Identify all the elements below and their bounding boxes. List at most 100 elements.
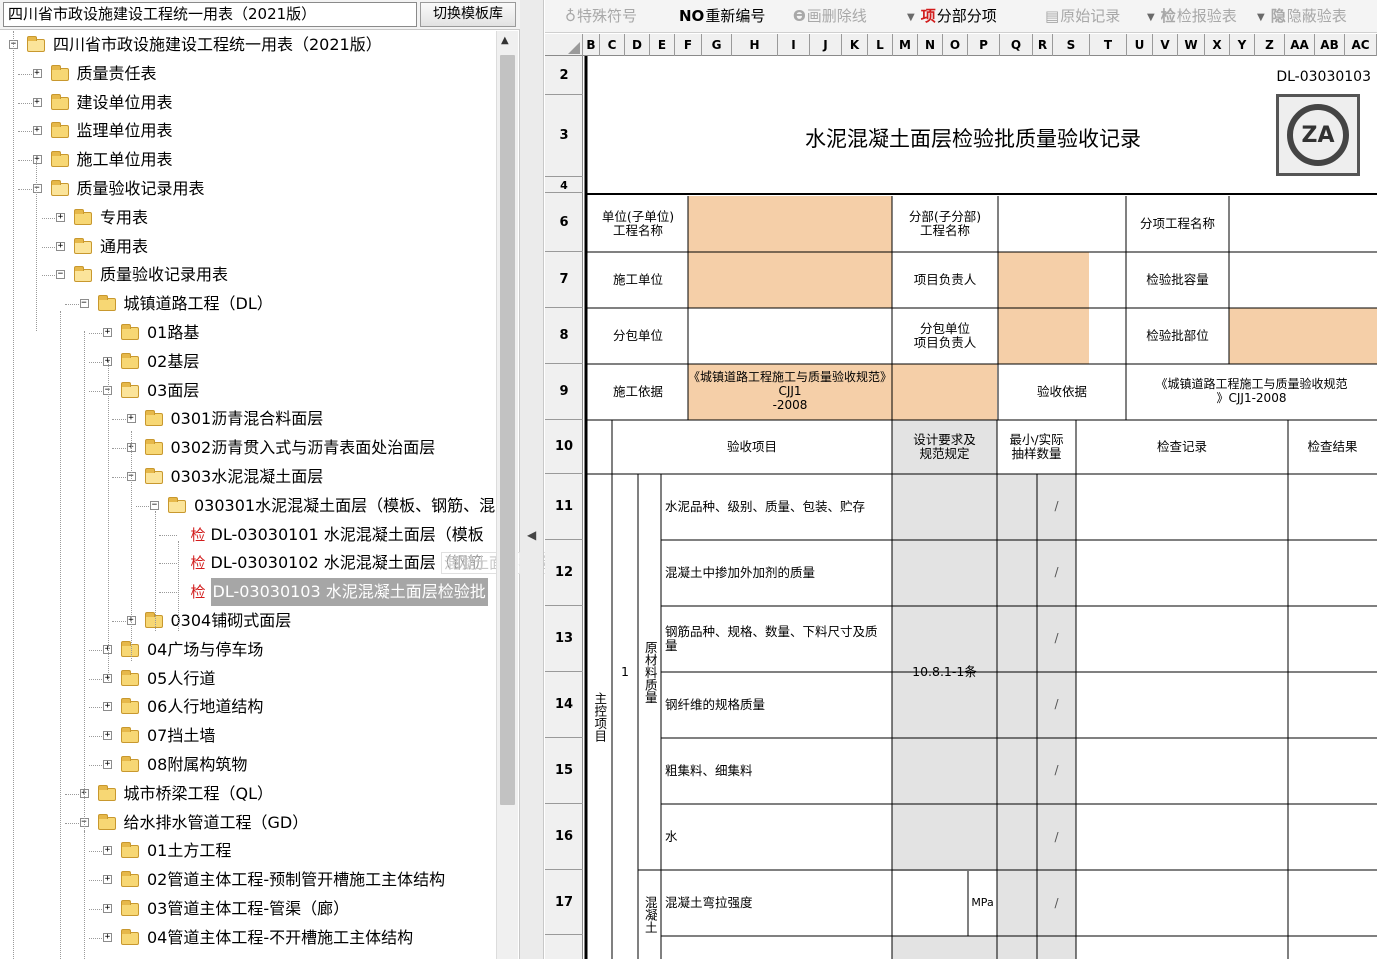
tree-node[interactable]: +0304铺砌式面层 <box>0 607 496 635</box>
scrollbar-thumb[interactable] <box>500 55 515 805</box>
subitem-button[interactable]: ▼ 项分部分项 <box>907 4 997 29</box>
expand-icon[interactable]: + <box>103 875 112 884</box>
expand-icon[interactable]: + <box>103 702 112 711</box>
inspection-table-button[interactable]: ▼ 检检报验表 <box>1147 4 1237 29</box>
panel-splitter[interactable]: ◀ <box>520 0 544 959</box>
column-header[interactable]: AA <box>1285 34 1315 56</box>
tree-node[interactable]: +02基层 <box>0 348 496 376</box>
column-header[interactable]: R <box>1033 34 1053 56</box>
tree-node[interactable]: + 建设单位用表 <box>0 89 496 117</box>
expand-icon[interactable]: + <box>103 731 112 740</box>
row-header[interactable]: 10 <box>545 420 583 474</box>
expand-icon[interactable]: + <box>103 846 112 855</box>
row-header[interactable]: 13 <box>545 606 583 672</box>
expand-icon[interactable]: + <box>32 126 42 135</box>
column-header[interactable]: K <box>842 34 868 56</box>
row-header[interactable]: 9 <box>545 364 583 420</box>
tree-vertical-scrollbar[interactable]: ▲ <box>496 31 518 959</box>
row-header[interactable]: 12 <box>545 540 583 606</box>
row-header[interactable]: 4 <box>545 177 583 193</box>
original-record-button[interactable]: ▤原始记录 <box>1045 4 1120 29</box>
collapse-icon[interactable]: − <box>150 501 159 510</box>
tree-node[interactable]: − 城镇道路工程（DL） <box>0 290 496 318</box>
expand-icon[interactable]: + <box>56 213 65 222</box>
column-header[interactable]: V <box>1153 34 1178 56</box>
tree-node[interactable]: + 施工单位用表 <box>0 146 496 174</box>
column-header[interactable]: X <box>1205 34 1230 56</box>
expand-icon[interactable]: + <box>103 933 112 942</box>
expand-icon[interactable]: + <box>32 98 42 107</box>
tree-node[interactable]: +01土方工程 <box>0 837 496 865</box>
row-header[interactable]: 7 <box>545 252 583 308</box>
tree-node[interactable]: + 通用表 <box>0 233 496 261</box>
tree-node[interactable]: −03面层 <box>0 377 496 405</box>
expand-icon[interactable]: + <box>56 242 65 251</box>
expand-icon[interactable]: + <box>103 760 112 769</box>
row-header[interactable]: 3 <box>545 95 583 177</box>
column-header[interactable]: P <box>968 34 1000 56</box>
column-header[interactable]: S <box>1053 34 1090 56</box>
row-header[interactable]: 15 <box>545 738 583 804</box>
tree-node[interactable]: + 专用表 <box>0 204 496 232</box>
template-library-select[interactable]: 四川省市政设施建设工程统一用表（2021版） <box>3 2 417 27</box>
column-header[interactable]: Q <box>1000 34 1033 56</box>
column-header[interactable]: C <box>600 34 625 56</box>
collapse-left-icon[interactable]: ◀ <box>527 528 536 542</box>
row-header[interactable]: 14 <box>545 672 583 738</box>
expand-icon[interactable]: + <box>126 414 136 423</box>
column-header[interactable]: U <box>1127 34 1153 56</box>
tree-node[interactable]: − 四川省市政设施建设工程统一用表（2021版） <box>0 31 496 59</box>
column-header[interactable]: G <box>702 34 732 56</box>
scroll-up-icon[interactable]: ▲ <box>501 35 509 46</box>
expand-icon[interactable]: + <box>103 328 112 337</box>
column-header[interactable]: N <box>918 34 943 56</box>
expand-icon[interactable]: + <box>103 904 112 913</box>
column-header[interactable]: H <box>732 34 778 56</box>
tree-node[interactable]: +08附属构筑物 <box>0 751 496 779</box>
renumber-button[interactable]: NO重新编号 <box>679 4 765 29</box>
tree-node[interactable]: +05人行道 <box>0 665 496 693</box>
column-header[interactable]: AC <box>1345 34 1377 56</box>
tree-node[interactable]: +01路基 <box>0 319 496 347</box>
strikethrough-button[interactable]: Ɵ画删除线 <box>793 4 867 29</box>
collapse-icon[interactable]: − <box>79 299 89 308</box>
special-symbol-button[interactable]: ♁特殊符号 <box>565 4 637 29</box>
tree-node[interactable]: − 质量验收记录用表 <box>0 261 496 289</box>
tree-node[interactable]: +04广场与停车场 <box>0 636 496 664</box>
switch-template-library-button[interactable]: 切换模板库 <box>420 2 516 27</box>
tree-node[interactable]: + 城市桥梁工程（QL） <box>0 780 496 808</box>
tree-node[interactable]: + 质量责任表 <box>0 60 496 88</box>
row-header[interactable]: 2 <box>545 56 583 95</box>
column-header[interactable]: L <box>868 34 893 56</box>
column-header[interactable]: Z <box>1255 34 1285 56</box>
tree-node[interactable]: +0301沥青混合料面层 <box>0 405 496 433</box>
tree-node[interactable]: − 030301水泥混凝土面层（模板、钢筋、混 <box>0 492 496 520</box>
column-header[interactable]: O <box>943 34 968 56</box>
tree-node[interactable]: +03管道主体工程-管渠（廊） <box>0 895 496 923</box>
row-header[interactable]: 17 <box>545 870 583 935</box>
row-header[interactable]: 6 <box>545 193 583 252</box>
tree-node[interactable]: − 质量验收记录用表 <box>0 175 496 203</box>
tree-node[interactable]: 检 DL-03030103 水泥混凝土面层检验批 <box>0 578 496 606</box>
collapse-icon[interactable]: − <box>32 184 42 193</box>
tree-node[interactable]: +06人行地道结构 <box>0 693 496 721</box>
tree-node[interactable]: 检 DL-03030101 水泥混凝土面层（模板 <box>0 521 496 549</box>
column-header[interactable]: Y <box>1230 34 1255 56</box>
column-header[interactable]: B <box>583 34 600 56</box>
column-header[interactable]: D <box>625 34 650 56</box>
tree-node[interactable]: 检 DL-03030102 水泥混凝土面层（钢筋 <box>0 549 496 577</box>
tree-node[interactable]: −0303水泥混凝土面层 <box>0 463 496 491</box>
tree-node[interactable]: +04管道主体工程-不开槽施工主体结构 <box>0 924 496 952</box>
row-header[interactable]: 11 <box>545 474 583 540</box>
column-header[interactable]: J <box>810 34 842 56</box>
tree-node[interactable]: + 监理单位用表 <box>0 117 496 145</box>
tree-node[interactable]: +07挡土墙 <box>0 722 496 750</box>
column-header[interactable]: I <box>778 34 810 56</box>
row-header[interactable]: 8 <box>545 308 583 364</box>
column-header[interactable]: M <box>893 34 918 56</box>
column-header[interactable]: F <box>675 34 702 56</box>
column-header[interactable]: AB <box>1315 34 1345 56</box>
expand-icon[interactable]: + <box>32 155 42 164</box>
expand-icon[interactable]: + <box>32 69 42 78</box>
column-header[interactable]: W <box>1178 34 1205 56</box>
